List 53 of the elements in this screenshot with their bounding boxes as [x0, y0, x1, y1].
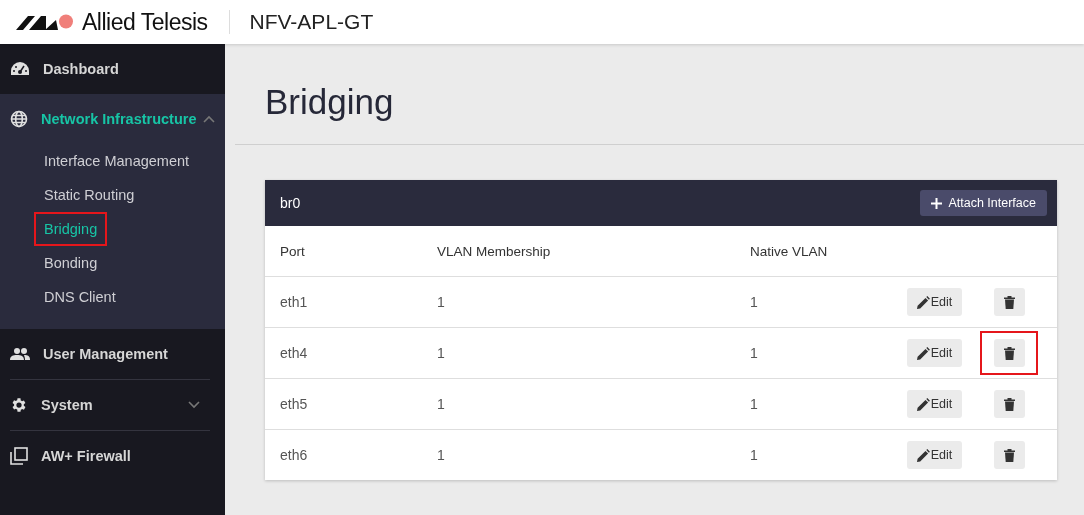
pencil-icon — [916, 397, 930, 411]
column-header: Native VLAN — [750, 243, 829, 259]
globe-icon — [10, 110, 28, 128]
table-cell-text: eth4 — [280, 345, 309, 361]
table-cell-text: eth5 — [280, 396, 309, 412]
table-cell-text: 1 — [437, 396, 446, 412]
table-cell-text: 1 — [750, 294, 759, 310]
column-header: Port — [280, 243, 306, 259]
nav-subitem[interactable]: Bonding — [34, 246, 108, 280]
users-icon — [10, 347, 30, 361]
nav-subitem[interactable]: Static Routing — [34, 178, 145, 212]
table-cell-text: 1 — [750, 345, 759, 361]
table-cell-text: 1 — [750, 396, 759, 412]
delete-button[interactable] — [993, 390, 1025, 418]
nav-subitem[interactable]: Bridging — [34, 212, 108, 246]
trash-icon — [1003, 346, 1015, 360]
nav-item[interactable]: User Management — [10, 329, 200, 379]
edit-button[interactable]: Edit — [907, 390, 962, 418]
table-cell-text: 1 — [750, 447, 759, 463]
gauge-icon — [10, 61, 30, 77]
edit-button[interactable]: Edit — [907, 288, 962, 316]
edit-button[interactable]: Edit — [907, 339, 962, 367]
delete-button[interactable] — [993, 288, 1025, 316]
pencil-icon — [916, 346, 930, 360]
nav-subitem[interactable]: Interface Management — [34, 144, 200, 178]
brand-name: Allied Telesis — [82, 8, 208, 36]
logo-icon — [16, 14, 76, 30]
bridge-name: br0 — [280, 195, 301, 211]
nav-subitem[interactable]: DNS Client — [34, 280, 126, 314]
attach-interface-button[interactable]: Attach Interface — [920, 190, 1047, 216]
nav-item[interactable]: Network Infrastructure — [10, 94, 203, 144]
delete-button[interactable] — [993, 441, 1025, 469]
pencil-icon — [916, 295, 930, 309]
windows-icon — [10, 447, 28, 465]
table-cell-text: eth1 — [280, 294, 309, 310]
table-cell-text: eth6 — [280, 447, 309, 463]
table-cell-text: 1 — [437, 294, 446, 310]
page-title: Bridging — [235, 44, 1084, 145]
column-header: VLAN Membership — [437, 243, 552, 259]
trash-icon — [1003, 295, 1015, 309]
trash-icon — [1003, 397, 1015, 411]
trash-icon — [1003, 448, 1015, 462]
table-cell-text: 1 — [437, 447, 446, 463]
nav-item[interactable]: AW+ Firewall — [10, 431, 200, 481]
nav-item[interactable]: Dashboard — [10, 44, 215, 94]
pencil-icon — [916, 448, 930, 462]
settings-icon — [10, 396, 28, 414]
plus-icon — [931, 197, 943, 209]
table-cell-text: 1 — [437, 345, 446, 361]
delete-button[interactable] — [993, 339, 1025, 367]
device-name: NFV-APL-GT — [249, 10, 374, 34]
edit-button[interactable]: Edit — [907, 441, 962, 469]
nav-item[interactable]: System — [10, 380, 188, 430]
